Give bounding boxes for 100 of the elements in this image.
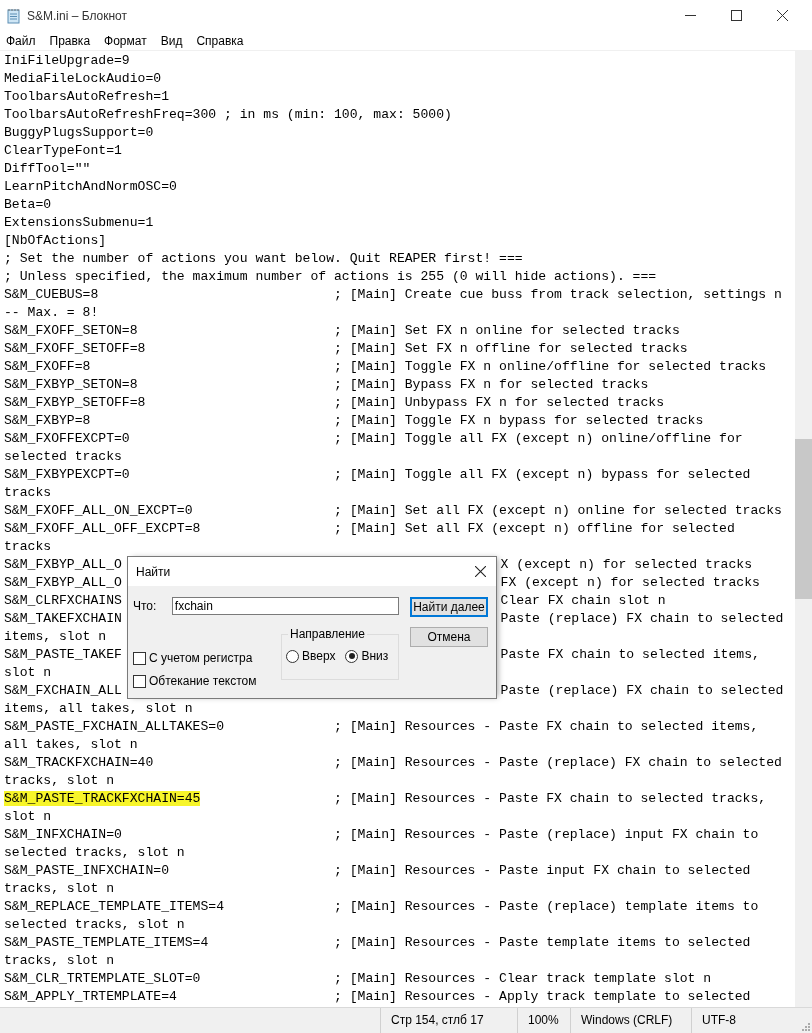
comment-text: ; [Main] Unbypass FX n for selected tracks (334, 394, 665, 412)
comment-text: ; [Main] Resources - Paste input FX chain to selected (334, 862, 751, 880)
close-icon[interactable] (777, 10, 788, 21)
text-line: DiffTool="" (4, 160, 91, 178)
setting-text: S&M_FXOFF_ALL_OFF_EXCPT=8 (4, 521, 201, 536)
text-line: all takes, slot n (4, 736, 138, 754)
search-field[interactable]: fxchain (171, 597, 399, 615)
resize-grip-icon[interactable] (800, 1021, 810, 1031)
text-line: ; Set the number of actions you want below. Quit REAPER first! === (4, 250, 523, 268)
text-line: [NbOfActions] (4, 232, 107, 250)
menu-item[interactable]: Формат (104, 33, 147, 48)
text-line: tracks, slot n (4, 772, 114, 790)
checkbox-label: С учетом регистра (149, 651, 253, 665)
setting-text: S&M_FXBYPEXCPT=0 (4, 467, 130, 482)
text-line: tracks (4, 484, 52, 502)
close-icon[interactable] (475, 566, 486, 577)
setting-text: S&M_CLRFXCHAINS (4, 593, 122, 608)
comment-text: ; [Main] Resources - Paste template items to selected (334, 934, 751, 952)
scrollbar[interactable] (795, 51, 812, 1007)
setting-text: S&M_TAKEFXCHAIN (4, 611, 122, 626)
setting-text: S&M_FXOFF_SETON=8 (4, 323, 138, 338)
setting-text: S&M_CLR_TRTEMPLATE_SLOT=0 (4, 971, 201, 986)
comment-text: ; [Main] Toggle all FX (except n) bypass for selected (334, 466, 751, 484)
setting-text: S&M_FXOFF_SETOFF=8 (4, 341, 146, 356)
checkbox[interactable] (133, 651, 146, 665)
text-line: Beta=0 (4, 196, 52, 214)
window-title: S&M.ini – Блокнот (27, 8, 128, 23)
setting-text: S&M_FXBYP=8 (4, 413, 91, 428)
setting-text: S&M_REPLACE_TEMPLATE_ITEMS=4 (4, 899, 224, 914)
comment-text: ; [Main] Resources - Paste FX chain to selected items, (334, 718, 759, 736)
text-line: slot n (4, 664, 52, 682)
setting-text: S&M_FXOFF_ALL_ON_EXCPT=0 (4, 503, 193, 518)
comment-text: ; [Main] Set FX n offline for selected tracks (334, 340, 688, 358)
text-line: ToolbarsAutoRefreshFreq=300 ; in ms (min: 100, max: 5000) (4, 106, 452, 124)
setting-text: S&M_FXOFF=8 (4, 359, 91, 374)
text-line: tracks, slot n (4, 880, 114, 898)
setting-text: S&M_PASTE_TRACKFXCHAIN=45 (4, 791, 201, 806)
comment-text: ; [Main] Resources - Clear track template slot n (334, 970, 712, 988)
setting-text: S&M_PASTE_INFXCHAIN=0 (4, 863, 169, 878)
comment-text: ; [Main] Toggle FX n bypass for selected tracks (334, 412, 704, 430)
status-text: Windows (CRLF) (571, 1008, 692, 1033)
dialog-button[interactable]: Найти далее (410, 597, 488, 617)
setting-text: S&M_INFXCHAIN=0 (4, 827, 122, 842)
field-label: Что: (133, 599, 158, 613)
comment-text: ; [Main] Resources - Paste FX chain to selected tracks, (334, 790, 767, 808)
comment-text: ; [Main] Resources - Paste (replace) FX chain to selected (334, 754, 782, 772)
setting-text: S&M_PASTE_TAKEF (4, 647, 122, 662)
text-line: ; Unless specified, the maximum number of actions is 255 (0 will hide actions). === (4, 268, 657, 286)
checkbox-label: Обтекание текстом (149, 674, 257, 688)
comment-text: ; [Main] Toggle all FX (except n) online/offline for (334, 430, 743, 448)
status-text: Стр 154, стлб 17 (381, 1008, 518, 1033)
comment-text: ; [Main] Create cue buss from track selection, settings n (334, 286, 782, 304)
comment-text: ; [Main] Toggle FX n online/offline for selected tracks (334, 358, 767, 376)
menu-item[interactable]: Вид (160, 33, 183, 48)
status-text: UTF-8 (701, 1012, 737, 1029)
radio-label: Вверх (302, 649, 336, 663)
checkbox[interactable] (133, 674, 146, 688)
maximize-icon[interactable] (731, 10, 742, 21)
text-line: ToolbarsAutoRefresh=1 (4, 88, 169, 106)
radio-label: Вниз (361, 649, 389, 663)
text-line: selected tracks, slot n (4, 916, 185, 934)
text-line: -- Max. = 8! (4, 304, 99, 322)
comment-text: Paste FX chain to selected items, (500, 646, 760, 664)
comment-text: ; [Main] Set FX n online for selected tracks (334, 322, 680, 340)
status-text: 100% (518, 1008, 571, 1033)
text-line: MediaFileLockAudio=0 (4, 70, 162, 88)
comment-text: ; [Main] Set all FX (except n) offline for selected (334, 520, 735, 538)
comment-text: ; [Main] Set all FX (except n) online for selected tracks (334, 502, 782, 520)
setting-text: S&M_PASTE_FXCHAIN_ALLTAKES=0 (4, 719, 224, 734)
text-line: tracks (4, 538, 52, 556)
setting-text: S&M_CUEBUS=8 (4, 287, 99, 302)
setting-text: S&M_FXBYP_SETOFF=8 (4, 395, 146, 410)
text-line: selected tracks, slot n (4, 844, 185, 862)
comment-text: Paste (replace) FX chain to selected (500, 682, 784, 700)
setting-text: S&M_FXBYP_ALL_O (4, 575, 122, 590)
scrollbar-thumb[interactable] (795, 439, 812, 599)
notepad-icon (7, 7, 21, 24)
text-line: ClearTypeFont=1 (4, 142, 122, 160)
setting-text: S&M_FXBYP_ALL_O (4, 557, 122, 572)
menu-item[interactable]: Правка (49, 33, 91, 48)
comment-text: Paste (replace) FX chain to selected (500, 610, 784, 628)
setting-text: S&M_PASTE_TEMPLATE_ITEMS=4 (4, 935, 209, 950)
setting-text: S&M_FXOFFEXCPT=0 (4, 431, 130, 446)
text-line: tracks, slot n (4, 952, 114, 970)
radio-button[interactable] (345, 649, 359, 663)
comment-text: X (except n) for selected tracks (500, 556, 753, 574)
radio-button[interactable] (286, 649, 299, 663)
dialog-button[interactable]: Отмена (410, 627, 488, 647)
dialog-title: Найти (136, 564, 171, 579)
setting-text: S&M_FXCHAIN_ALL (4, 683, 122, 698)
comment-text: FX (except n) for selected tracks (500, 574, 760, 592)
menu-item[interactable]: Файл (6, 33, 36, 48)
setting-text: S&M_TRACKFXCHAIN=40 (4, 755, 154, 770)
text-line: items, all takes, slot n (4, 700, 193, 718)
text-line: ExtensionsSubmenu=1 (4, 214, 154, 232)
text-line: items, slot n (4, 628, 107, 646)
comment-text: Clear FX chain slot n (500, 592, 666, 610)
menu-item[interactable]: Справка (196, 33, 244, 48)
text-line: selected tracks (4, 448, 122, 466)
comment-text: ; [Main] Bypass FX n for selected tracks (334, 376, 649, 394)
